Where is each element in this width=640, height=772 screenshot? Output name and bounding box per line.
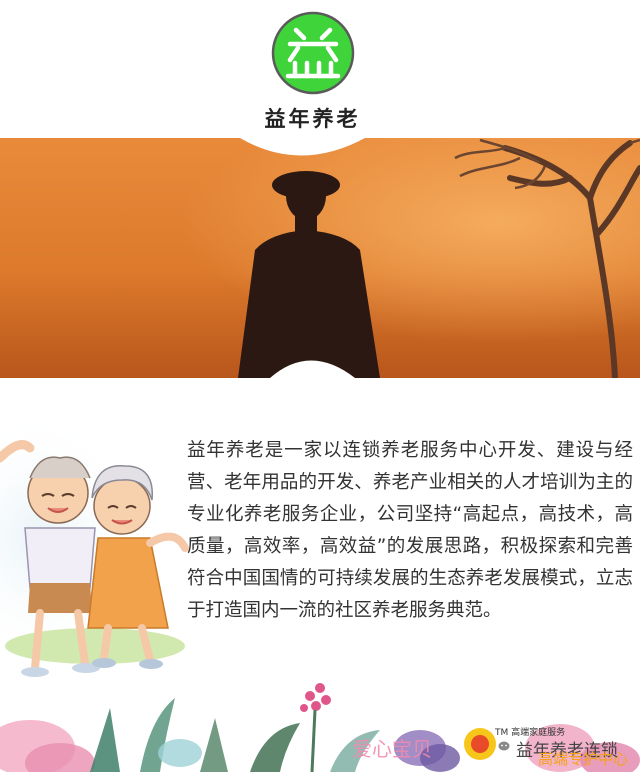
- header: 益年养老: [0, 0, 640, 140]
- brand-badge: TM 高端家庭服务 益年养老连锁 高端专护中心: [460, 722, 640, 772]
- intro-paragraph: 益年养老是一家以连锁养老服务中心开发、建设与经营、老年用品的开发、养老产业相关的…: [187, 440, 633, 621]
- brand-name: 益年养老: [264, 106, 361, 131]
- brand-logo-icon: [271, 11, 355, 95]
- sun-logo-icon: [464, 728, 496, 760]
- watermark-text: 爱心宝贝: [352, 737, 432, 761]
- wechat-icon: [498, 741, 510, 751]
- badge-overlay-text: 高端专护中心: [538, 750, 629, 768]
- hero-banner: [0, 138, 640, 378]
- sunset-illustration: [0, 138, 640, 378]
